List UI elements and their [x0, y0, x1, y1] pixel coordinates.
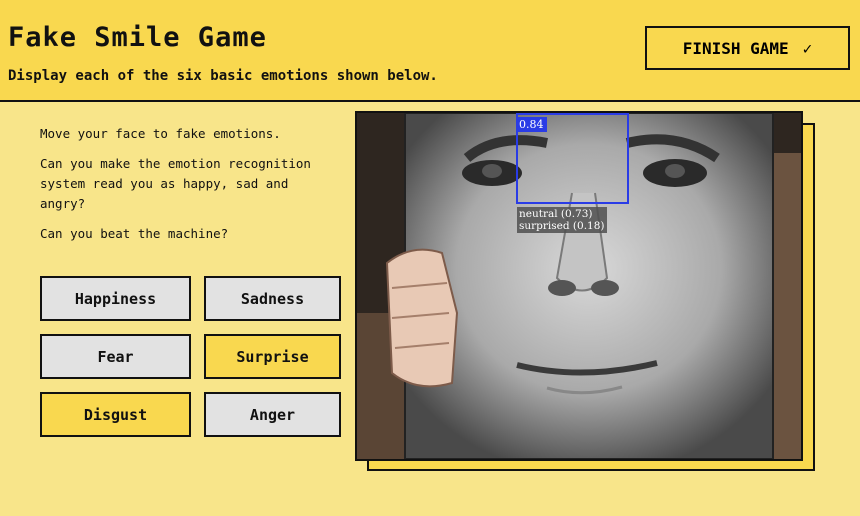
detection-score: 0.84	[516, 117, 547, 132]
page-subtitle: Display each of the six basic emotions s…	[8, 68, 438, 84]
emotion-button-sadness[interactable]: Sadness	[204, 276, 341, 321]
instruction-text: Can you make the emotion recognition sys…	[40, 156, 311, 211]
finish-game-label: FINISH GAME	[682, 38, 789, 58]
emotion-readout-line: surprised (0.18)	[519, 220, 605, 232]
webcam-video: 0.84 neutral (0.73) surprised (0.18)	[355, 111, 803, 461]
header: Fake Smile Game Display each of the six …	[0, 0, 860, 102]
emotion-readout: neutral (0.73) surprised (0.18)	[517, 207, 607, 233]
emotion-button-surprise[interactable]: Surprise	[204, 334, 341, 379]
finish-game-button[interactable]: FINISH GAME ✓	[645, 26, 850, 70]
check-icon: ✓	[802, 38, 813, 58]
emotion-button-anger[interactable]: Anger	[204, 392, 341, 437]
page-title: Fake Smile Game	[8, 22, 267, 53]
emotion-button-happiness[interactable]: Happiness	[40, 276, 191, 321]
emotion-button-disgust[interactable]: Disgust	[40, 392, 191, 437]
instruction-text: Move your face to fake emotions.	[40, 126, 281, 141]
instructions: Move your face to fake emotions. Can you…	[40, 124, 340, 254]
instruction-text: Can you beat the machine?	[40, 226, 229, 241]
emotion-button-fear[interactable]: Fear	[40, 334, 191, 379]
emotion-readout-line: neutral (0.73)	[519, 208, 593, 220]
